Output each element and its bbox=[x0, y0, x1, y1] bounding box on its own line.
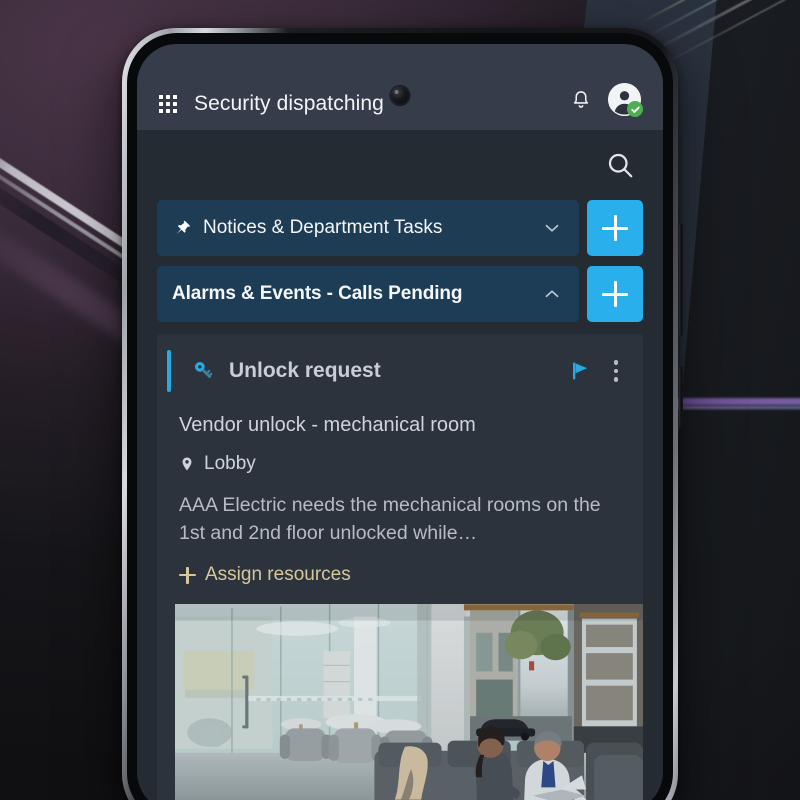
search-row bbox=[137, 130, 663, 200]
scene: Security dispatching Notices & Departmen… bbox=[0, 0, 800, 800]
chevron-down-icon[interactable] bbox=[541, 217, 563, 239]
page-title: Security dispatching bbox=[194, 92, 384, 115]
app-bar-right bbox=[570, 83, 643, 117]
more-vertical-icon[interactable] bbox=[605, 358, 627, 384]
add-notice-button[interactable] bbox=[587, 200, 643, 256]
chevron-up-icon[interactable] bbox=[541, 283, 563, 305]
accordion-header-notices[interactable]: Notices & Department Tasks bbox=[157, 200, 579, 256]
phone-screen: Security dispatching Notices & Departmen… bbox=[137, 44, 663, 800]
key-icon bbox=[191, 358, 217, 384]
card-subtitle: Vendor unlock - mechanical room bbox=[179, 414, 476, 436]
event-card[interactable]: Unlock request Vendor unlock - mechanica… bbox=[157, 334, 643, 800]
accordion-list: Notices & Department Tasks Alarms & Even… bbox=[137, 200, 663, 322]
accordion-label-notices: Notices & Department Tasks bbox=[203, 217, 443, 238]
avatar[interactable] bbox=[608, 83, 643, 117]
accordion-row-notices: Notices & Department Tasks bbox=[157, 200, 643, 256]
plus-icon bbox=[179, 566, 196, 584]
card-header: Unlock request bbox=[157, 350, 643, 392]
assign-resources-button[interactable]: Assign resources bbox=[179, 564, 625, 586]
app-bar-left: Security dispatching bbox=[159, 92, 570, 116]
accordion-row-alarms: Alarms & Events - Calls Pending bbox=[157, 266, 643, 322]
card-area: Unlock request Vendor unlock - mechanica… bbox=[137, 322, 663, 800]
notification-bell-icon[interactable] bbox=[570, 88, 592, 112]
accordion-label-alarms: Alarms & Events - Calls Pending bbox=[172, 283, 463, 304]
flag-icon[interactable] bbox=[569, 359, 593, 383]
card-description: AAA Electric needs the mechanical rooms … bbox=[179, 494, 601, 544]
check-badge-icon bbox=[627, 101, 643, 117]
front-camera-icon bbox=[390, 86, 410, 105]
map-pin-icon bbox=[179, 454, 195, 474]
add-alarm-button[interactable] bbox=[587, 266, 643, 322]
accordion-header-alarms[interactable]: Alarms & Events - Calls Pending bbox=[157, 266, 579, 322]
office-lobby-image bbox=[175, 604, 643, 800]
card-location: Lobby bbox=[179, 453, 625, 475]
plus-icon bbox=[602, 215, 628, 241]
card-title: Unlock request bbox=[229, 359, 381, 382]
card-body: Vendor unlock - mechanical room Lobby AA… bbox=[157, 414, 643, 586]
power-button[interactable] bbox=[679, 366, 683, 428]
search-icon[interactable] bbox=[603, 148, 637, 182]
plus-icon bbox=[602, 281, 628, 307]
card-photo[interactable] bbox=[175, 604, 643, 800]
app-content: Notices & Department Tasks Alarms & Even… bbox=[137, 130, 663, 800]
apps-grid-icon[interactable] bbox=[159, 95, 177, 113]
assign-resources-label: Assign resources bbox=[205, 564, 351, 586]
phone-bezel: Security dispatching Notices & Departmen… bbox=[127, 33, 673, 800]
phone-device: Security dispatching Notices & Departmen… bbox=[122, 28, 683, 800]
card-accent-bar bbox=[167, 350, 171, 392]
card-location-text: Lobby bbox=[204, 453, 256, 474]
pin-icon bbox=[172, 218, 192, 238]
volume-button[interactable] bbox=[679, 224, 683, 336]
